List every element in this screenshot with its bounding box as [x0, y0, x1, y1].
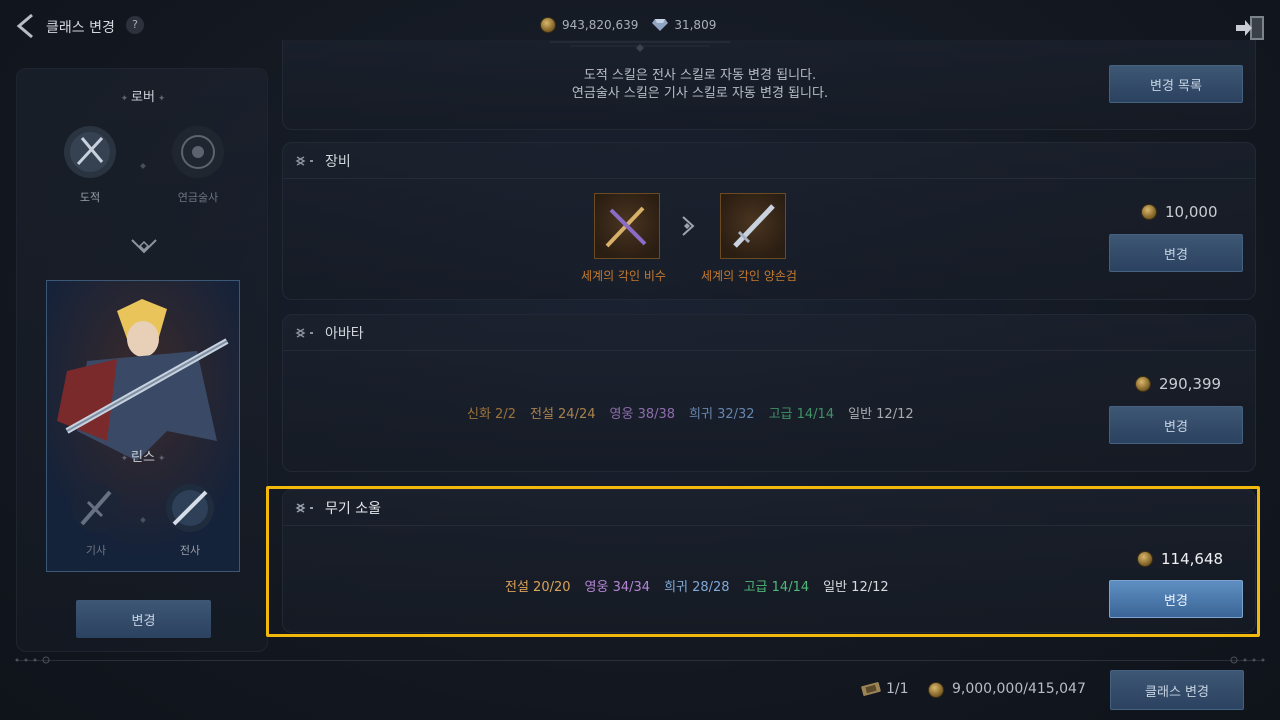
equipment-cost-value: 10,000: [1165, 203, 1218, 221]
back-arrow-icon[interactable]: [12, 12, 38, 40]
rogue-label: 도적: [79, 191, 101, 204]
gold-coin-icon: [540, 17, 556, 33]
help-button[interactable]: ?: [126, 16, 144, 34]
equipment-cost: 10,000: [1141, 203, 1218, 221]
highlight-frame: [266, 486, 1260, 637]
avatar-section: 아바타 신화 2/2 전설 24/24 영웅 38/38 희귀 32/32 고급…: [282, 314, 1256, 472]
avatar-title: 아바타: [325, 325, 364, 342]
gold-coin-icon: [1141, 204, 1157, 220]
notice-line-1: 도적 스킬은 전사 스킬로 자동 변경 됩니다.: [583, 68, 817, 83]
avatar-cost: 290,399: [1135, 375, 1221, 393]
equipment-header: 장비: [283, 143, 1255, 179]
grade-advanced: 고급 14/14: [768, 407, 835, 422]
avatar-cost-value: 290,399: [1159, 375, 1222, 393]
section-ornament-icon: [295, 327, 313, 338]
avatar-header: 아바타: [283, 315, 1255, 351]
warrior-label: 전사: [179, 544, 201, 557]
footer-divider: [16, 660, 1264, 661]
alchemist-class-icon: [172, 126, 224, 178]
ticket-icon: [861, 682, 881, 696]
divider-dots: [1230, 656, 1265, 664]
avatar-change-button[interactable]: 변경: [1109, 406, 1243, 444]
dagger-icon: [605, 206, 647, 248]
change-class-button[interactable]: 변경: [76, 600, 211, 638]
divider-dots: [15, 656, 50, 664]
avatar-grade-list: 신화 2/2 전설 24/24 영웅 38/38 희귀 32/32 고급 14/…: [467, 403, 914, 422]
page-title: 클래스 변경: [46, 20, 115, 36]
knight-label: 기사: [85, 544, 107, 557]
grade-rare: 희귀 32/32: [689, 407, 755, 422]
rogue-class-icon: [64, 126, 116, 178]
equipment-title: 장비: [325, 153, 351, 170]
equipment-section: 장비 세계의 각인 비수 세계의 각인 양손검 10,000 변경: [282, 142, 1256, 300]
currency-bar: 943,820,639 31,809: [540, 14, 740, 36]
target-class-title: ✦ 린스 ✦: [120, 450, 166, 465]
grade-hero: 영웅 38/38: [609, 407, 676, 422]
arrow-right-icon: [682, 216, 695, 236]
section-ornament-icon: [295, 155, 313, 166]
equipment-change-button[interactable]: 변경: [1109, 234, 1243, 272]
ticket-count: 1/1: [886, 681, 909, 697]
target-item-name: 세계의 각인 양손검: [701, 269, 797, 283]
class-change-button[interactable]: 클래스 변경: [1110, 670, 1244, 710]
alchemist-label: 연금술사: [177, 191, 219, 204]
gold-coin-icon: [1135, 376, 1151, 392]
grade-legend: 전설 24/24: [529, 407, 596, 422]
greatsword-icon: [733, 204, 775, 248]
warrior-class-icon: [166, 484, 214, 532]
current-class-title: ✦ 로버 ✦: [120, 90, 166, 105]
notice-text: 도적 스킬은 전사 스킬로 자동 변경 됩니다. 연금술사 스킬은 기사 스킬로…: [440, 67, 960, 103]
change-list-button[interactable]: 변경 목록: [1109, 65, 1243, 103]
gold-coin-icon: [928, 682, 944, 698]
diamond-amount: 31,809: [674, 18, 717, 32]
chevron-down-icon: [131, 239, 157, 254]
total-gold-cost: 9,000,000/415,047: [952, 681, 1086, 697]
grade-normal: 일반 12/12: [848, 407, 914, 422]
diamond-icon: [652, 19, 669, 31]
target-weapon-slot[interactable]: [720, 193, 786, 259]
source-item-name: 세계의 각인 비수: [581, 269, 666, 283]
knight-class-icon: [72, 484, 120, 532]
character-portrait: [46, 280, 240, 572]
grade-myth: 신화 2/2: [467, 407, 516, 422]
gold-amount: 943,820,639: [562, 18, 639, 32]
notice-line-2: 연금술사 스킬은 기사 스킬로 자동 변경 됩니다.: [571, 86, 829, 101]
source-weapon-slot[interactable]: [594, 193, 660, 259]
